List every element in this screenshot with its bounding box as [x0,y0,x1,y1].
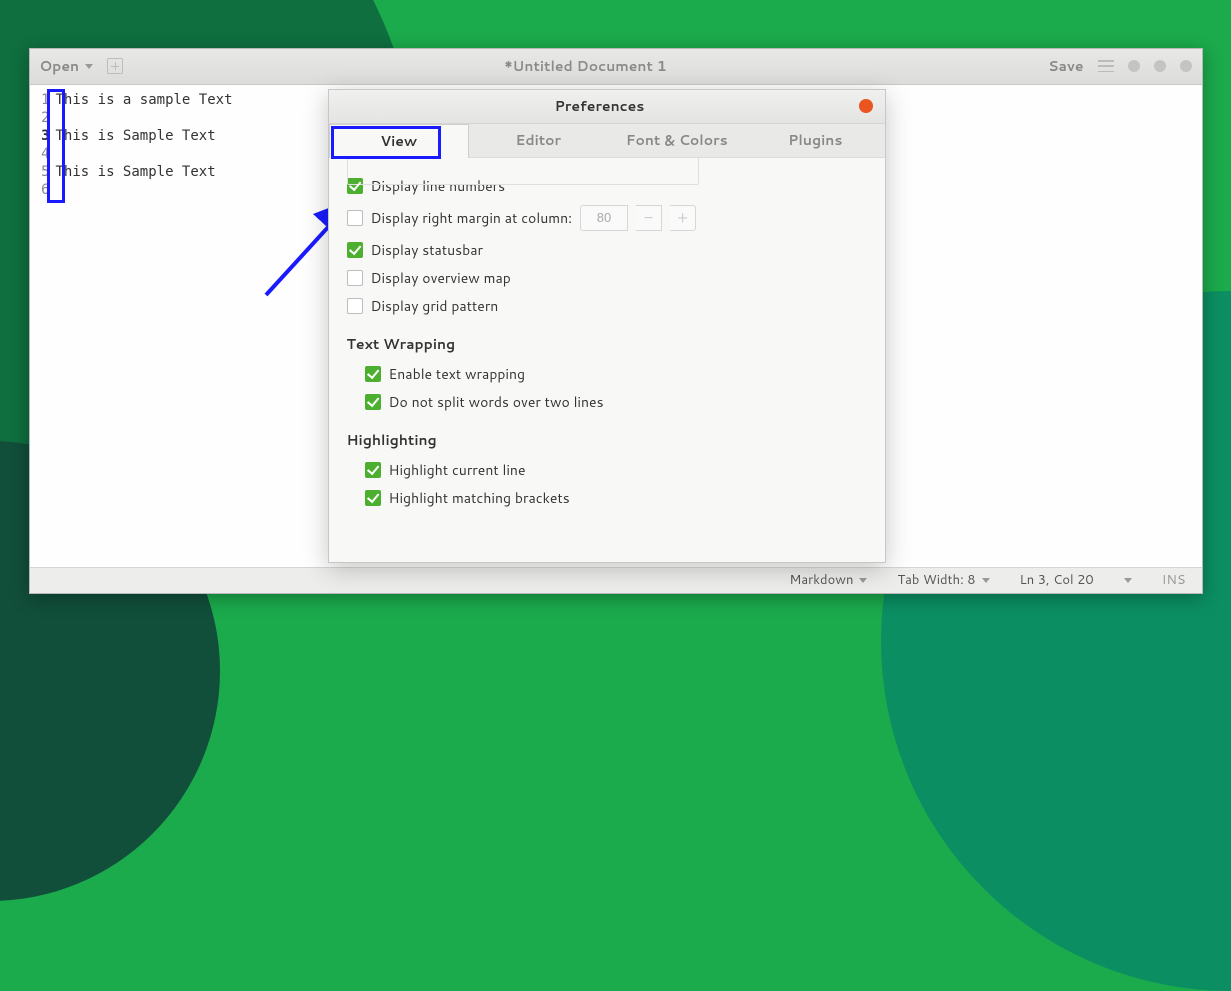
preferences-titlebar: Preferences [329,90,885,124]
close-icon[interactable] [859,99,873,113]
chevron-down-icon [982,578,990,583]
document-title: *Untitled Document 1 [123,56,1048,76]
checkbox-no-split-words[interactable] [365,394,381,410]
checkbox-overview-map[interactable] [347,270,363,286]
label-no-split-words: Do not split words over two lines [389,392,604,412]
status-language[interactable]: Markdown [789,571,867,589]
annotation-view-tab-box [331,126,441,159]
status-tab-width[interactable]: Tab Width: 8 [897,571,989,589]
chevron-down-icon [859,578,867,583]
label-grid-pattern: Display grid pattern [371,296,499,316]
statusbar: Markdown Tab Width: 8 Ln 3, Col 20 INS [30,567,1202,593]
open-label: Open [40,56,80,76]
chevron-down-icon[interactable] [1124,578,1132,583]
label-right-margin: Display right margin at column: [371,208,573,228]
editor-window: Open *Untitled Document 1 Save 123456 Th… [29,48,1203,594]
label-overview-map: Display overview map [371,268,511,288]
section-highlighting: Highlighting [347,430,867,450]
right-margin-decrement[interactable]: − [636,205,662,231]
label-highlight-brackets: Highlight matching brackets [389,488,570,508]
preferences-title: Preferences [341,96,859,116]
label-text-wrapping: Enable text wrapping [389,364,526,384]
checkbox-highlight-brackets[interactable] [365,490,381,506]
window-maximize-button[interactable] [1154,60,1166,72]
tab-fonts[interactable]: Font & Colors [608,124,747,157]
status-insert-mode: INS [1162,571,1186,589]
label-highlight-line: Highlight current line [389,460,526,480]
window-close-button[interactable] [1180,60,1192,72]
preferences-dialog: Preferences View Editor Font & Colors Pl… [328,89,886,563]
open-button[interactable]: Open [40,56,94,76]
titlebar: Open *Untitled Document 1 Save [30,49,1202,85]
right-margin-input[interactable] [580,205,628,231]
preferences-body: Display line numbers Display right margi… [329,158,885,562]
checkbox-right-margin[interactable] [347,210,363,226]
label-line-numbers: Display line numbers [371,176,506,196]
annotation-gutter-box [47,89,65,203]
new-tab-icon[interactable] [107,58,123,74]
checkbox-text-wrapping[interactable] [365,366,381,382]
label-statusbar: Display statusbar [371,240,484,260]
window-minimize-button[interactable] [1128,60,1140,72]
tab-plugins[interactable]: Plugins [746,124,885,157]
checkbox-statusbar[interactable] [347,242,363,258]
save-button[interactable]: Save [1048,56,1083,76]
checkbox-line-numbers[interactable] [347,178,363,194]
checkbox-highlight-line[interactable] [365,462,381,478]
hamburger-menu-icon[interactable] [1098,60,1114,72]
chevron-down-icon [85,64,93,69]
right-margin-increment[interactable]: + [670,205,696,231]
status-cursor-position: Ln 3, Col 20 [1020,571,1094,589]
section-text-wrapping: Text Wrapping [347,334,867,354]
tab-editor[interactable]: Editor [469,124,608,157]
checkbox-grid-pattern[interactable] [347,298,363,314]
